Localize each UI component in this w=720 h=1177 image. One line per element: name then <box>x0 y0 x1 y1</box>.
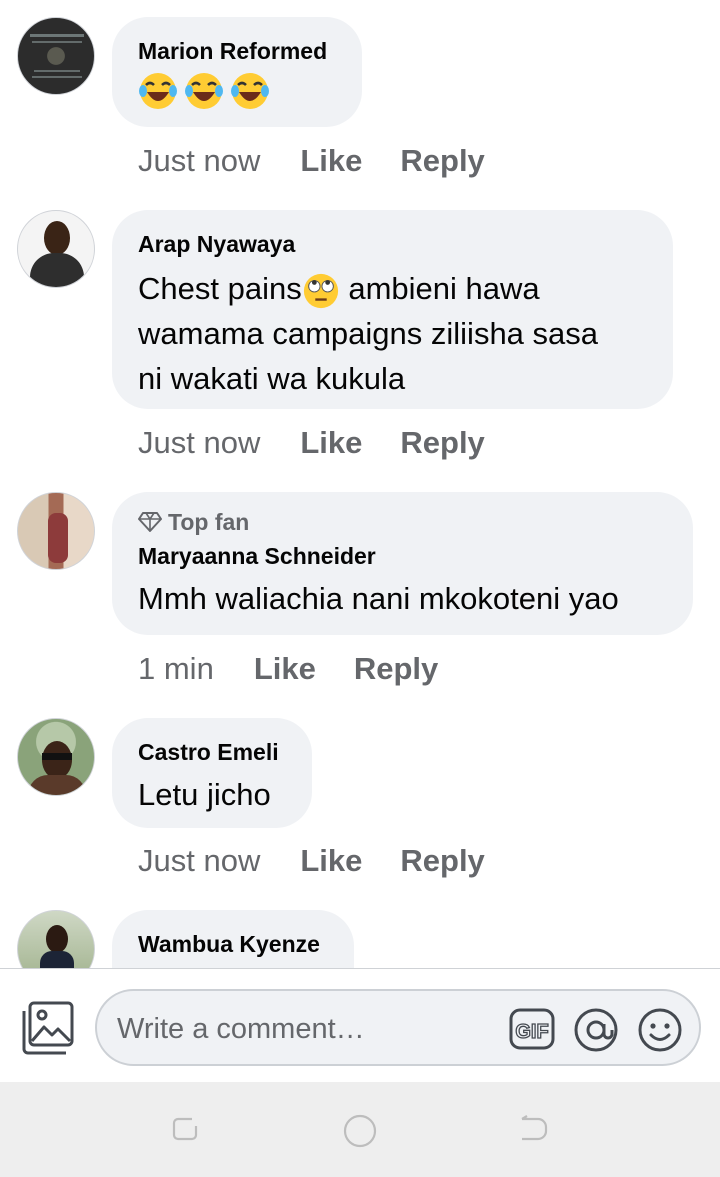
comment-bubble: Arap Nyawaya Chest pains ambieni hawa wa… <box>112 210 673 409</box>
comment-author[interactable]: Arap Nyawaya <box>138 228 647 260</box>
like-button[interactable]: Like <box>300 425 362 461</box>
laughing-tears-emoji <box>139 73 177 109</box>
comment-text: Mmh waliachia nani mkokoteni yao <box>138 581 619 616</box>
eye-roll-emoji <box>303 273 338 308</box>
comment-timestamp: Just now <box>138 843 261 878</box>
comment-text-line: wamama campaigns ziliisha sasa <box>138 316 599 351</box>
like-button[interactable]: Like <box>254 651 316 687</box>
diamond-icon <box>138 512 162 532</box>
comment-bubble: Marion Reformed <box>112 17 362 127</box>
top-fan-label: Top fan <box>168 509 250 535</box>
laughing-tears-emoji <box>185 73 223 109</box>
comment-text-line: ni wakati wa kukula <box>138 361 406 396</box>
like-button[interactable]: Like <box>300 843 362 879</box>
system-navigation-bar <box>0 1082 720 1177</box>
comment-actions: Just now Like Reply <box>138 143 523 179</box>
comment-actions: Just now Like Reply <box>138 843 523 879</box>
comment-text: Chest pains ambieni hawa wamama campaign… <box>138 266 647 401</box>
comment-author[interactable]: Wambua Kyenze <box>138 928 328 960</box>
laughing-tears-emoji <box>231 73 269 109</box>
comment-timestamp: Just now <box>138 425 261 460</box>
comment-bubble: Wambua Kyenze <box>112 910 354 968</box>
mention-icon[interactable] <box>573 1007 619 1053</box>
reply-button[interactable]: Reply <box>400 143 484 179</box>
comment-author[interactable]: Marion Reformed <box>138 35 336 67</box>
comment-composer: Write a comment… GIF <box>0 968 720 1082</box>
avatar[interactable] <box>17 210 95 288</box>
comment-text-part: ambieni hawa <box>339 271 540 306</box>
recent-apps-icon[interactable] <box>170 1114 200 1144</box>
comment-bubble: Castro Emeli Letu jicho <box>112 718 312 828</box>
comment-text-part: Chest pains <box>138 271 302 306</box>
comment-actions: Just now Like Reply <box>138 425 523 461</box>
avatar[interactable] <box>17 718 95 796</box>
comment-input-placeholder: Write a comment… <box>117 1013 365 1045</box>
top-fan-badge: Top fan <box>138 506 667 538</box>
comment-author[interactable]: Maryaanna Schneider <box>138 540 667 572</box>
comment-text: Letu jicho <box>138 777 271 812</box>
reply-button[interactable]: Reply <box>400 843 484 879</box>
comments-feed[interactable]: Marion Reformed Just now Like Reply Arap… <box>0 0 720 968</box>
like-button[interactable]: Like <box>300 143 362 179</box>
comment-author[interactable]: Castro Emeli <box>138 736 286 768</box>
comment-timestamp: Just now <box>138 143 261 178</box>
comment-actions: 1 min Like Reply <box>138 651 476 687</box>
reply-button[interactable]: Reply <box>400 425 484 461</box>
home-icon[interactable] <box>343 1114 377 1148</box>
avatar[interactable] <box>17 910 95 968</box>
back-icon[interactable] <box>518 1114 550 1144</box>
comment-emojis <box>138 71 336 111</box>
comment-input[interactable]: Write a comment… GIF <box>95 989 701 1066</box>
avatar[interactable] <box>17 17 95 95</box>
emoji-icon[interactable] <box>637 1007 683 1053</box>
gif-label: GIF <box>515 1021 548 1043</box>
reply-button[interactable]: Reply <box>354 651 438 687</box>
gif-icon[interactable]: GIF <box>509 1007 555 1051</box>
photo-icon[interactable] <box>20 1001 76 1055</box>
avatar[interactable] <box>17 492 95 570</box>
comment-bubble: Top fan Maryaanna Schneider Mmh waliachi… <box>112 492 693 635</box>
comment-timestamp: 1 min <box>138 651 214 686</box>
